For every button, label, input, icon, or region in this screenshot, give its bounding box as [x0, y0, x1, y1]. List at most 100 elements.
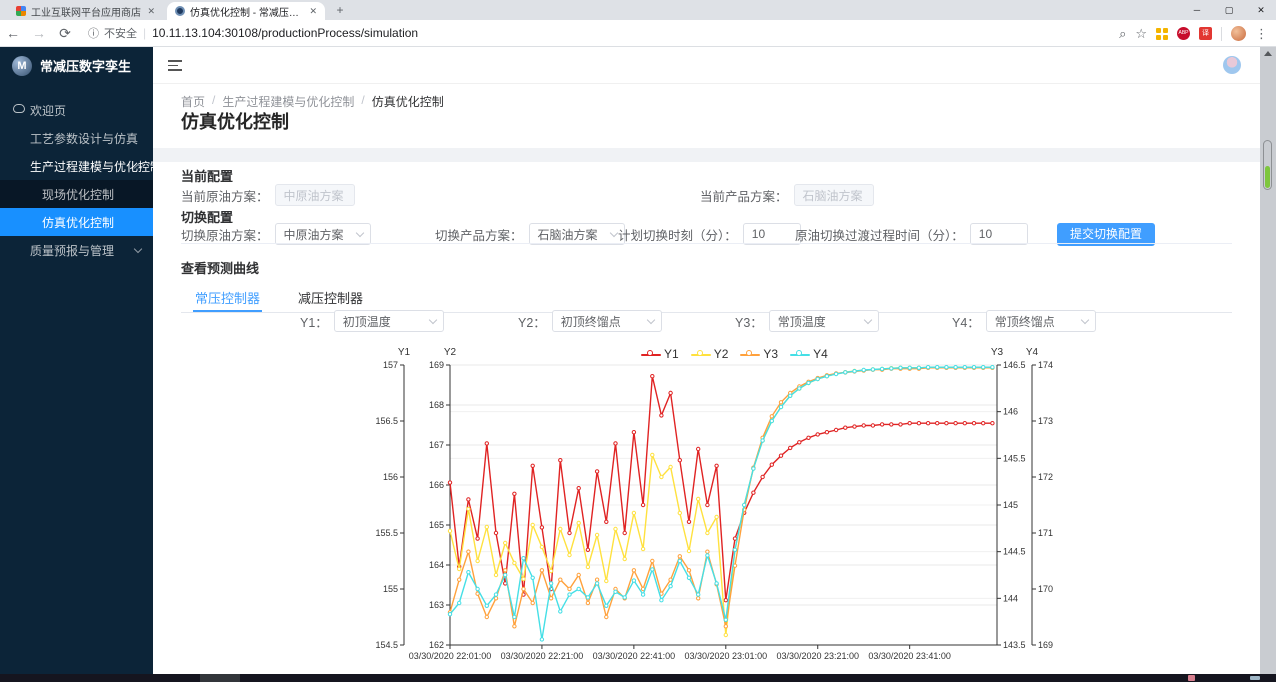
- extension-adblock-icon[interactable]: ABP: [1177, 27, 1190, 40]
- switch-crude-select[interactable]: 中原油方案: [275, 223, 371, 245]
- page-title: 仿真优化控制: [181, 108, 289, 134]
- svg-text:146.5: 146.5: [1003, 360, 1026, 370]
- info-icon[interactable]: ⓘ: [88, 25, 99, 41]
- sidebar-item-现场优化控制[interactable]: 现场优化控制: [0, 180, 153, 208]
- page-scrollbar[interactable]: [1260, 47, 1276, 674]
- tab-常压控制器[interactable]: 常压控制器: [193, 280, 262, 312]
- switch-product-select[interactable]: 石脑油方案: [529, 223, 625, 245]
- window-minimize-icon[interactable]: ─: [1182, 0, 1212, 20]
- bookmark-star-icon[interactable]: ☆: [1135, 26, 1147, 42]
- svg-text:173: 173: [1038, 416, 1053, 426]
- current-product-label: 当前产品方案：: [700, 186, 788, 205]
- sidebar-collapse-icon[interactable]: [168, 60, 182, 71]
- chevron-down-icon: [134, 245, 142, 253]
- y-selector-select[interactable]: 常顶终馏点: [986, 310, 1096, 332]
- svg-text:03/30/2020 22:41:00: 03/30/2020 22:41:00: [593, 651, 676, 661]
- app-header: [153, 47, 1276, 84]
- transition-time-input[interactable]: [970, 223, 1028, 245]
- y-selector-select[interactable]: 常顶温度: [769, 310, 879, 332]
- zoom-page-icon[interactable]: ⌕: [1119, 26, 1126, 42]
- tab-title: 仿真优化控制 - 常减压数字孪生: [190, 4, 304, 19]
- sidebar: M 常减压数字孪生 欢迎页工艺参数设计与仿真生产过程建模与优化控制现场优化控制仿…: [0, 47, 153, 674]
- back-icon[interactable]: ←: [0, 25, 26, 41]
- menu-dots-icon[interactable]: ⋮: [1255, 26, 1268, 42]
- switch-crude-label: 切换原油方案：: [181, 225, 269, 244]
- toolbar-right: ⌕ ☆ ABP 译 ⋮: [1119, 20, 1268, 47]
- sidebar-item-label: 仿真优化控制: [42, 214, 114, 231]
- chevron-down-icon: [609, 229, 617, 237]
- content-card: 当前配置 当前原油方案： 中原油方案 当前产品方案： 石脑油方案 切换配置 切换…: [153, 162, 1276, 674]
- reload-icon[interactable]: ⟳: [52, 25, 78, 42]
- svg-text:145: 145: [1003, 500, 1018, 510]
- svg-text:Y1: Y1: [398, 347, 411, 358]
- address-bar[interactable]: 10.11.13.104:30108/productionProcess/sim…: [152, 26, 418, 40]
- tab-减压控制器[interactable]: 减压控制器: [296, 280, 365, 312]
- current-crude-label: 当前原油方案：: [181, 186, 269, 205]
- sidebar-item-质量预报与管理[interactable]: 质量预报与管理: [0, 236, 153, 264]
- svg-text:170: 170: [1038, 584, 1053, 594]
- scrollbar-thumb[interactable]: [1263, 140, 1272, 190]
- switch-crude-group: 切换原油方案： 中原油方案: [181, 223, 371, 245]
- controller-tabs: 常压控制器 减压控制器: [181, 280, 1232, 313]
- svg-text:174: 174: [1038, 360, 1053, 370]
- svg-text:145.5: 145.5: [1003, 453, 1026, 463]
- svg-text:156.5: 156.5: [375, 416, 398, 426]
- svg-text:03/30/2020 22:21:00: 03/30/2020 22:21:00: [501, 651, 584, 661]
- extension-grid-icon[interactable]: [1156, 28, 1168, 40]
- switch-product-value: 石脑油方案: [538, 226, 598, 243]
- browser-profile-avatar[interactable]: [1231, 26, 1246, 41]
- current-product-input: 石脑油方案: [794, 184, 874, 206]
- browser-tab-active[interactable]: 仿真优化控制 - 常减压数字孪生 ✕: [167, 2, 325, 20]
- svg-text:169: 169: [429, 360, 444, 370]
- sidebar-item-工艺参数设计与仿真[interactable]: 工艺参数设计与仿真: [0, 124, 153, 152]
- svg-text:154.5: 154.5: [375, 640, 398, 650]
- site-security[interactable]: ⓘ 不安全: [88, 25, 137, 41]
- scrollbar-up-icon[interactable]: [1264, 51, 1272, 56]
- logo-badge-icon: M: [12, 56, 32, 76]
- y-selector-value: 常顶终馏点: [995, 313, 1055, 330]
- y-selector-select[interactable]: 初顶温度: [334, 310, 444, 332]
- content-gap: [153, 148, 1276, 162]
- current-config-label: 当前配置: [181, 166, 233, 185]
- sidebar-item-欢迎页[interactable]: 欢迎页: [0, 96, 153, 124]
- extension-translate-icon[interactable]: 译: [1199, 27, 1212, 40]
- tab-close-icon[interactable]: ✕: [309, 6, 317, 17]
- svg-text:171: 171: [1038, 528, 1053, 538]
- browser-tabstrip: 工业互联网平台应用商店 ✕ 仿真优化控制 - 常减压数字孪生 ✕ + ─ ▢ ✕: [0, 0, 1276, 20]
- forward-icon[interactable]: →: [26, 25, 52, 41]
- chevron-down-icon: [1081, 316, 1089, 324]
- svg-text:172: 172: [1038, 472, 1053, 482]
- main-area: 首页/生产过程建模与优化控制/仿真优化控制 仿真优化控制 当前配置 当前原油方案…: [153, 47, 1276, 674]
- taskbar-app-segment[interactable]: [200, 674, 240, 682]
- svg-text:03/30/2020 23:21:00: 03/30/2020 23:21:00: [776, 651, 859, 661]
- y-selector-select[interactable]: 初顶终馏点: [552, 310, 662, 332]
- window-close-icon[interactable]: ✕: [1246, 0, 1276, 20]
- svg-text:163: 163: [429, 600, 444, 610]
- user-avatar[interactable]: [1223, 56, 1241, 74]
- store-favicon-icon: [16, 6, 26, 16]
- y-selector-group: Y4：常顶终馏点: [952, 310, 1096, 332]
- tab-close-icon[interactable]: ✕: [147, 6, 155, 17]
- current-crude-input: 中原油方案: [275, 184, 355, 206]
- svg-text:03/30/2020 23:41:00: 03/30/2020 23:41:00: [868, 651, 951, 661]
- y-selector-group: Y1：初顶温度: [300, 310, 444, 332]
- breadcrumb-item: 仿真优化控制: [372, 93, 444, 110]
- taskbar-tray-icon[interactable]: [1188, 675, 1195, 681]
- y-selector-value: 常顶温度: [778, 313, 826, 330]
- browser-tab-store[interactable]: 工业互联网平台应用商店 ✕: [8, 2, 163, 20]
- transition-time-label: 原油切换过渡过程时间（分）：: [795, 225, 964, 244]
- switch-time-input[interactable]: [743, 223, 801, 245]
- sidebar-item-label: 现场优化控制: [42, 186, 114, 203]
- svg-text:03/30/2020 23:01:00: 03/30/2020 23:01:00: [685, 651, 768, 661]
- current-crude-group: 当前原油方案： 中原油方案: [181, 184, 355, 206]
- current-product-group: 当前产品方案： 石脑油方案: [700, 184, 874, 206]
- svg-text:03/30/2020 22:01:00: 03/30/2020 22:01:00: [409, 651, 492, 661]
- tab-title: 工业互联网平台应用商店: [31, 4, 142, 19]
- svg-text:143.5: 143.5: [1003, 640, 1026, 650]
- taskbar-clock-area[interactable]: [1250, 676, 1260, 680]
- svg-text:Y4: Y4: [1026, 347, 1039, 358]
- sidebar-item-生产过程建模与优化控制[interactable]: 生产过程建模与优化控制: [0, 152, 153, 180]
- new-tab-button[interactable]: +: [332, 3, 348, 19]
- sidebar-item-仿真优化控制[interactable]: 仿真优化控制: [0, 208, 153, 236]
- window-maximize-icon[interactable]: ▢: [1214, 0, 1244, 20]
